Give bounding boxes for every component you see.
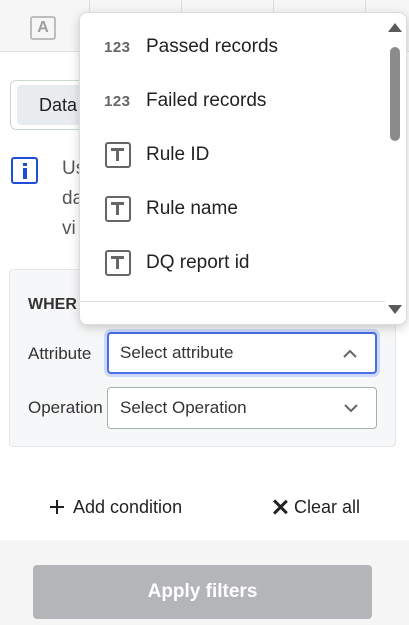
- clear-all-label: Clear all: [294, 496, 361, 517]
- dropdown-option[interactable]: Rule name: [80, 182, 380, 236]
- operation-select-value: Select Operation: [120, 398, 247, 417]
- dropdown-scrollbar[interactable]: [384, 13, 406, 324]
- plus-icon: [49, 499, 65, 515]
- add-condition-button[interactable]: Add condition: [49, 492, 182, 522]
- scroll-down-arrow-icon[interactable]: [388, 305, 402, 314]
- number-type-icon: 123: [104, 92, 131, 110]
- operation-label: Operation: [28, 398, 103, 417]
- chevron-down-icon: [344, 404, 358, 413]
- add-condition-label: Add condition: [73, 496, 183, 517]
- dropdown-option-label: Rule name: [146, 198, 238, 219]
- operation-select[interactable]: Select Operation: [107, 387, 377, 429]
- text-format-icon: A: [30, 16, 56, 40]
- scroll-up-arrow-icon[interactable]: [388, 23, 402, 32]
- attribute-select-value: Select attribute: [120, 343, 234, 362]
- dropdown-option[interactable]: 123 Passed records: [80, 20, 380, 74]
- dropdown-divider: [80, 301, 385, 302]
- text-type-icon: [105, 142, 131, 168]
- apply-filters-button[interactable]: Apply filters: [33, 565, 372, 619]
- chevron-up-icon: [343, 349, 357, 358]
- attribute-dropdown-menu: 123 Passed records 123 Failed records Ru…: [79, 12, 407, 325]
- number-type-icon: 123: [104, 38, 131, 56]
- dropdown-option[interactable]: 123 Failed records: [80, 74, 380, 128]
- dropdown-option[interactable]: DQ report id: [80, 236, 380, 290]
- toolbar-tab-text[interactable]: A: [0, 0, 90, 52]
- scrollbar-thumb[interactable]: [390, 47, 400, 141]
- clear-all-button[interactable]: Clear all: [272, 492, 360, 522]
- text-type-icon: [105, 196, 131, 222]
- dropdown-option-label: Rule ID: [146, 144, 210, 165]
- close-icon: [272, 499, 288, 515]
- info-icon: [11, 157, 38, 184]
- text-type-icon: [105, 250, 131, 276]
- dropdown-option[interactable]: Rule ID: [80, 128, 380, 182]
- dropdown-option-label: DQ report id: [146, 252, 250, 273]
- attribute-select[interactable]: Select attribute: [107, 332, 377, 374]
- dropdown-option-label: Failed records: [146, 90, 267, 111]
- where-label: WHER: [28, 296, 77, 313]
- dropdown-option-label: Passed records: [146, 36, 279, 57]
- attribute-label: Attribute: [28, 344, 92, 363]
